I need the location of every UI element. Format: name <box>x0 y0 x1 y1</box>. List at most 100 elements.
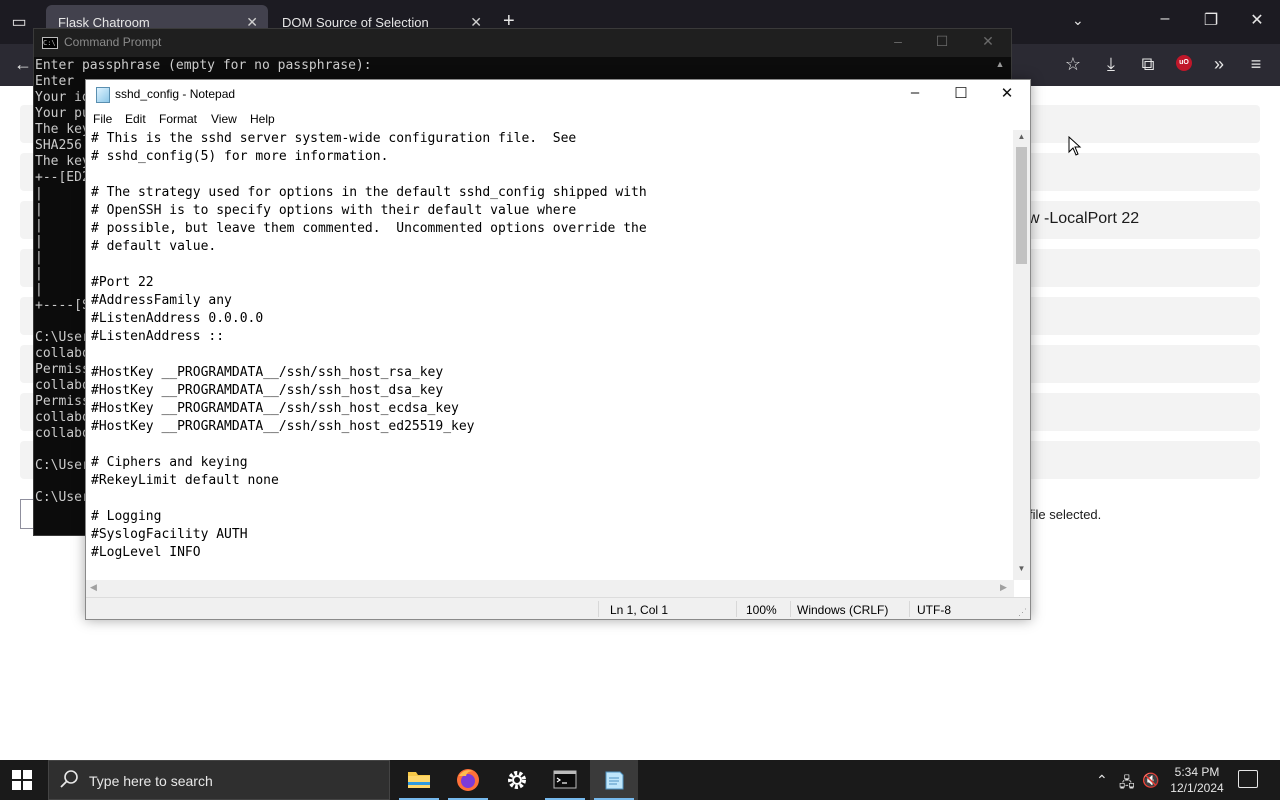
mouse-cursor-icon <box>1068 136 1082 156</box>
line-endings: Windows (CRLF) <box>797 603 889 617</box>
extensions-puzzle-icon[interactable]: ⧉ <box>1135 54 1161 75</box>
taskbar-clock[interactable]: 5:34 PM 12/1/2024 <box>1165 764 1229 796</box>
taskbar-search-box[interactable]: Type here to search <box>48 760 390 800</box>
scroll-right-arrow-icon[interactable]: ▶ <box>1000 582 1007 593</box>
text-line: #HostKey __PROGRAMDATA__/ssh/ssh_host_ds… <box>91 383 444 398</box>
menu-file[interactable]: File <box>93 112 112 126</box>
download-icon[interactable]: ⤓ <box>1098 54 1124 75</box>
notepad-app-icon <box>96 87 110 103</box>
cmd-output-fragment: C:\User <box>35 458 87 473</box>
file-status-text: file selected. <box>1029 507 1102 522</box>
text-line: # Logging <box>91 509 162 524</box>
close-icon[interactable]: ✕ <box>973 33 1003 50</box>
firefox-taskbar-button[interactable] <box>444 760 492 800</box>
close-icon[interactable]: ✕ <box>984 84 1030 106</box>
notepad-title: sshd_config - Notepad <box>115 87 236 101</box>
page-command-text: w -LocalPort 22 <box>1028 210 1140 227</box>
notepad-taskbar-button[interactable] <box>590 760 638 800</box>
scroll-up-arrow-icon[interactable]: ▲ <box>1013 132 1030 146</box>
volume-muted-icon[interactable]: 🔇 <box>1142 772 1159 789</box>
cmd-title: Command Prompt <box>64 35 162 49</box>
cmd-output-fragment: | <box>35 266 43 281</box>
file-explorer-taskbar-button[interactable] <box>395 760 443 800</box>
cmd-output-fragment: | <box>35 234 43 249</box>
cmd-titlebar[interactable]: C:\ Command Prompt – ☐ ✕ <box>34 29 1011 57</box>
cmd-output-fragment: | <box>35 202 43 217</box>
firefox-icon <box>457 769 479 791</box>
cmd-output-fragment: collabo <box>35 346 87 361</box>
cmd-output-fragment: Enter <box>35 74 82 89</box>
cmd-output-fragment: collabo <box>35 410 87 425</box>
notepad-text-area[interactable]: # This is the sshd server system-wide co… <box>86 130 1014 580</box>
cmd-output-fragment: collabo <box>35 378 87 393</box>
restore-icon[interactable]: ❐ <box>1196 10 1226 30</box>
cmd-output: Enter Your id Your pu The key SHA256 The key… <box>35 58 87 506</box>
settings-taskbar-button[interactable] <box>493 760 541 800</box>
search-icon <box>60 770 78 788</box>
network-icon[interactable]: 🖧 <box>1119 772 1135 796</box>
text-line: # The strategy used for options in the d… <box>91 185 647 200</box>
windows-start-icon[interactable] <box>12 770 32 790</box>
status-divider <box>790 601 791 617</box>
horizontal-scrollbar[interactable]: ◀ ▶ <box>86 580 1014 597</box>
scrollbar-thumb[interactable] <box>1016 147 1027 264</box>
maximize-icon[interactable]: ☐ <box>927 33 957 50</box>
cmd-output-fragment <box>35 474 87 490</box>
menu-help[interactable]: Help <box>250 112 275 126</box>
cmd-output-fragment <box>35 442 87 458</box>
text-line: # default value. <box>91 239 217 254</box>
notepad-menubar: File Edit Format View Help <box>86 110 1030 130</box>
text-line: # OpenSSH is to specify options with the… <box>91 203 577 218</box>
tray-chevron-up-icon[interactable]: ⌃ <box>1096 772 1108 789</box>
cmd-output-fragment: | <box>35 282 43 297</box>
scroll-down-arrow-icon[interactable]: ▼ <box>1013 564 1030 578</box>
text-line: # sshd_config(5) for more information. <box>91 149 389 164</box>
notification-icon[interactable] <box>1238 770 1258 788</box>
terminal-taskbar-button[interactable] <box>541 760 589 800</box>
taskbar: Type here to search ⌃ 🖧 🔇 5:34 PM 12/1/2… <box>0 760 1280 800</box>
cmd-output-fragment: +--[ED2 <box>35 170 87 185</box>
menu-view[interactable]: View <box>211 112 237 126</box>
cmd-output-fragment: | <box>35 218 43 233</box>
terminal-icon <box>553 770 577 789</box>
resize-grip-icon[interactable]: ⋰ <box>1018 607 1028 617</box>
cmd-output-fragment <box>35 314 87 330</box>
overflow-chevrons-icon[interactable]: » <box>1206 54 1232 75</box>
minimize-icon[interactable]: – <box>1150 10 1180 28</box>
cmd-output-fragment: Your pu <box>35 106 87 121</box>
text-line: #ListenAddress 0.0.0.0 <box>91 311 264 326</box>
text-line: # This is the sshd server system-wide co… <box>91 131 577 146</box>
text-line: #ListenAddress :: <box>91 329 225 344</box>
text-line: #RekeyLimit default none <box>91 473 279 488</box>
notepad-titlebar[interactable]: sshd_config - Notepad – ☐ ✕ <box>86 80 1030 110</box>
tab-list-icon[interactable]: ▭ <box>8 12 30 32</box>
vertical-scrollbar[interactable]: ▲ ▼ <box>1013 130 1030 580</box>
cmd-output-fragment: Permiss <box>35 394 87 409</box>
cmd-scroll-up-icon[interactable]: ▲ <box>993 59 1007 79</box>
search-placeholder: Type here to search <box>89 773 213 789</box>
chevron-down-icon[interactable]: ⌄ <box>1072 12 1084 29</box>
status-divider <box>598 601 599 617</box>
status-divider <box>736 601 737 617</box>
menu-hamburger-icon[interactable]: ≡ <box>1243 54 1269 75</box>
ublock-origin-icon[interactable]: uO <box>1176 55 1192 71</box>
maximize-icon[interactable]: ☐ <box>938 84 984 106</box>
encoding: UTF-8 <box>917 603 951 617</box>
close-icon[interactable]: ✕ <box>1242 10 1272 30</box>
cmd-output-fragment: The key <box>35 122 87 137</box>
menu-format[interactable]: Format <box>159 112 197 126</box>
menu-edit[interactable]: Edit <box>125 112 146 126</box>
bookmark-star-icon[interactable]: ☆ <box>1060 54 1086 75</box>
text-line: #HostKey __PROGRAMDATA__/ssh/ssh_host_ed… <box>91 419 475 434</box>
minimize-icon[interactable]: – <box>883 33 913 49</box>
clock-date: 12/1/2024 <box>1170 781 1224 795</box>
minimize-icon[interactable]: – <box>892 84 938 106</box>
cmd-output-fragment: | <box>35 250 43 265</box>
folder-icon <box>408 772 430 788</box>
cursor-position: Ln 1, Col 1 <box>610 603 669 617</box>
notepad-window[interactable]: sshd_config - Notepad – ☐ ✕ File Edit Fo… <box>85 79 1031 620</box>
cmd-output-fragment: C:\User <box>35 490 87 505</box>
cmd-output-fragment: collabo <box>35 426 87 441</box>
text-line: # possible, but leave them commented. Un… <box>91 221 647 236</box>
scroll-left-arrow-icon[interactable]: ◀ <box>90 582 97 593</box>
